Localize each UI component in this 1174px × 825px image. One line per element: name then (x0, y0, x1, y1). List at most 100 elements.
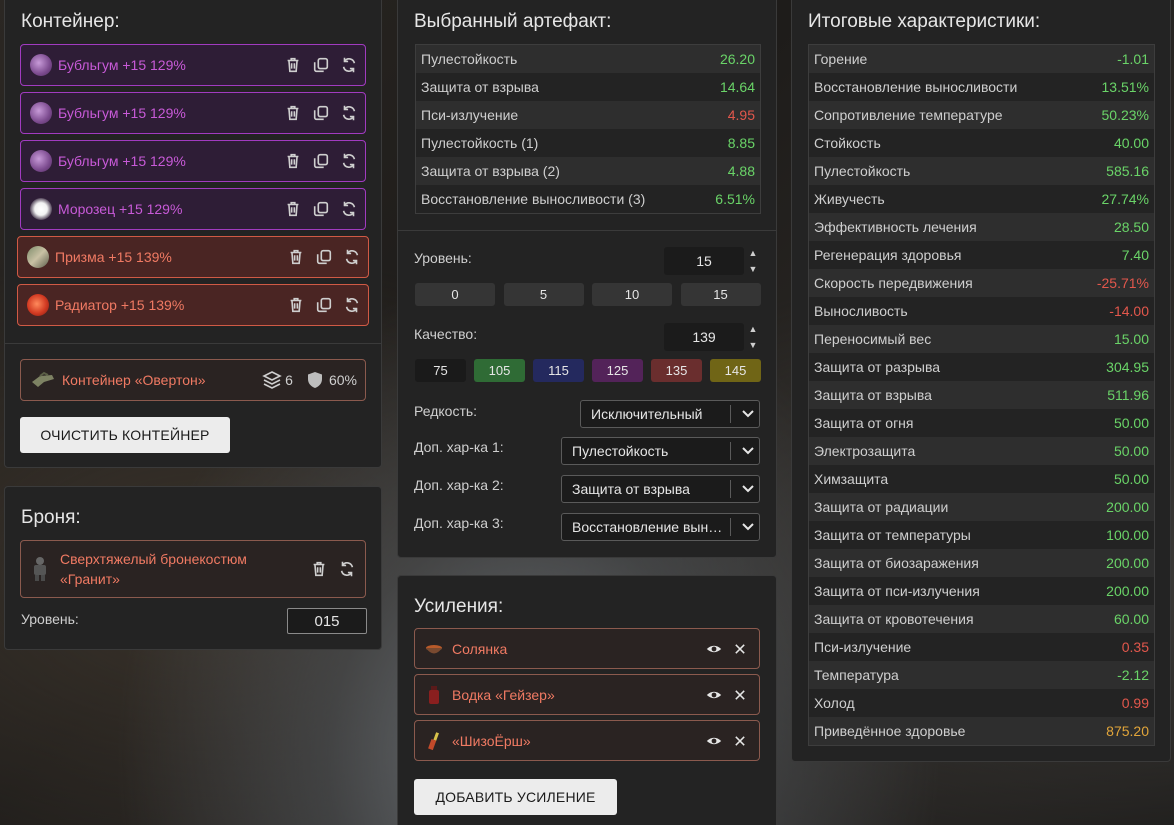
refresh-icon[interactable] (339, 55, 359, 75)
stat-row: Живучесть 27.74% (809, 185, 1154, 213)
armor-name-line1: Сверхтяжелый бронекостюм (60, 551, 247, 567)
level-preset-button[interactable]: 10 (592, 283, 672, 306)
stat-label: Скорость передвижения (814, 275, 973, 291)
copy-icon[interactable] (311, 55, 331, 75)
prism-artifact-icon (27, 246, 49, 268)
stat-label: Пулестойкость (421, 51, 518, 67)
stat-row: Регенерация здоровья 7.40 (809, 241, 1154, 269)
trash-icon[interactable] (283, 199, 303, 219)
level-preset-button[interactable]: 0 (415, 283, 495, 306)
artifact-stats-table: Пулестойкость 26.20 Защита от взрыва 14.64 П… (415, 44, 761, 214)
quality-preset-button[interactable]: 75 (415, 359, 466, 382)
stat-value: 875.20 (1106, 723, 1149, 739)
quality-preset-button[interactable]: 115 (533, 359, 584, 382)
add-boost-button[interactable]: ДОБАВИТЬ УСИЛЕНИЕ (414, 779, 617, 815)
armor-item[interactable]: Сверхтяжелый бронекостюм «Гранит» (20, 540, 366, 598)
refresh-icon[interactable] (337, 559, 357, 579)
boost-item[interactable]: Водка «Гейзер» (414, 674, 760, 715)
stat-row: Пулестойкость 26.20 (416, 45, 760, 73)
stat-label: Температура (814, 667, 899, 683)
copy-icon[interactable] (311, 103, 331, 123)
vodka-bottle-icon (424, 685, 444, 705)
boost-label: Солянка (452, 640, 508, 657)
cocktail-bottle-icon (424, 731, 444, 751)
stat-value: 60.00 (1113, 611, 1149, 627)
stat-label: Защита от взрыва (421, 79, 539, 95)
copy-icon[interactable] (314, 247, 334, 267)
stat-value: 27.74% (1101, 191, 1149, 207)
eye-icon[interactable] (704, 685, 724, 705)
chevron-down-icon[interactable]: ▼ (749, 340, 758, 350)
trash-icon[interactable] (286, 247, 306, 267)
stat-row: Эффективность лечения 28.50 (809, 213, 1154, 241)
boosts-panel: Усиления: Солянка Водка «Гейзер» «ШизоЁрш»… (397, 575, 777, 825)
level-stepper[interactable]: ▲ ▼ (747, 248, 759, 274)
stat-value: 13.51% (1101, 79, 1149, 95)
quality-input[interactable]: 139 (664, 323, 744, 351)
trash-icon[interactable] (309, 559, 329, 579)
stat-value: 15.00 (1113, 331, 1149, 347)
armor-level-input[interactable]: 015 (287, 608, 367, 634)
boost-item[interactable]: «ШизоЁрш» (414, 720, 760, 761)
quality-preset-button[interactable]: 125 (592, 359, 643, 382)
stat-value: 100.00 (1106, 527, 1149, 543)
totals-title: Итоговые характеристики: (808, 11, 1041, 32)
stat-label: Переносимый вес (814, 331, 932, 347)
quality-label: Качество: (414, 326, 478, 342)
rarity-value: Исключительный (591, 406, 703, 422)
extra1-select[interactable]: Пулестойкость (561, 437, 760, 465)
rarity-select[interactable]: Исключительный (580, 400, 760, 428)
copy-icon[interactable] (311, 199, 331, 219)
quality-preset-button[interactable]: 145 (710, 359, 761, 382)
close-icon[interactable] (730, 639, 750, 659)
trash-icon[interactable] (283, 55, 303, 75)
container-artifact-item[interactable]: Бубльгум +15 129% (20, 92, 366, 134)
extra3-select[interactable]: Восстановление выносливости (561, 513, 760, 541)
container-artifact-item[interactable]: Морозец +15 129% (20, 188, 366, 230)
chevron-up-icon[interactable]: ▲ (749, 248, 758, 258)
boost-item[interactable]: Солянка (414, 628, 760, 669)
bubblegum-artifact-icon (30, 102, 52, 124)
stat-value: 0.99 (1121, 695, 1149, 711)
stat-label: Защита от пси-излучения (814, 583, 980, 599)
close-icon[interactable] (730, 731, 750, 751)
level-preset-button[interactable]: 15 (680, 283, 761, 306)
close-icon[interactable] (730, 685, 750, 705)
trash-icon[interactable] (283, 103, 303, 123)
copy-icon[interactable] (311, 151, 331, 171)
eye-icon[interactable] (704, 731, 724, 751)
refresh-icon[interactable] (339, 151, 359, 171)
stat-label: Защита от биозаражения (814, 555, 979, 571)
trash-icon[interactable] (286, 295, 306, 315)
copy-icon[interactable] (314, 295, 334, 315)
container-artifact-item[interactable]: Призма +15 139% (17, 236, 369, 278)
chevron-up-icon[interactable]: ▲ (749, 324, 758, 334)
refresh-icon[interactable] (339, 199, 359, 219)
quality-preset-button[interactable]: 135 (651, 359, 702, 382)
extra2-select[interactable]: Защита от взрыва (561, 475, 760, 503)
trash-icon[interactable] (283, 151, 303, 171)
container-overton-icon (30, 370, 56, 390)
stat-label: Защита от взрыва (2) (421, 163, 560, 179)
stat-value: 14.64 (719, 79, 755, 95)
stat-value: 0.35 (1121, 639, 1149, 655)
container-artifact-item[interactable]: Бубльгум +15 129% (20, 140, 366, 182)
clear-container-button[interactable]: ОЧИСТИТЬ КОНТЕЙНЕР (20, 417, 230, 453)
quality-preset-button[interactable]: 105 (474, 359, 525, 382)
container-artifact-item[interactable]: Бубльгум +15 129% (20, 44, 366, 86)
chevron-down-icon[interactable]: ▼ (749, 264, 758, 274)
eye-icon[interactable] (704, 639, 724, 659)
refresh-icon[interactable] (342, 295, 362, 315)
container-artifact-item[interactable]: Радиатор +15 139% (17, 284, 369, 326)
artifact-item-label: Бубльгум +15 129% (58, 57, 186, 73)
layers-icon (262, 370, 282, 390)
level-preset-button[interactable]: 5 (503, 283, 584, 306)
stat-value: 585.16 (1106, 163, 1149, 179)
container-item[interactable]: Контейнер «Овертон» 6 60% (20, 359, 366, 401)
quality-stepper[interactable]: ▲ ▼ (747, 324, 759, 350)
level-input[interactable]: 15 (664, 247, 744, 275)
stat-value: -14.00 (1109, 303, 1149, 319)
stat-label: Восстановление выносливости (814, 79, 1018, 95)
refresh-icon[interactable] (342, 247, 362, 267)
refresh-icon[interactable] (339, 103, 359, 123)
